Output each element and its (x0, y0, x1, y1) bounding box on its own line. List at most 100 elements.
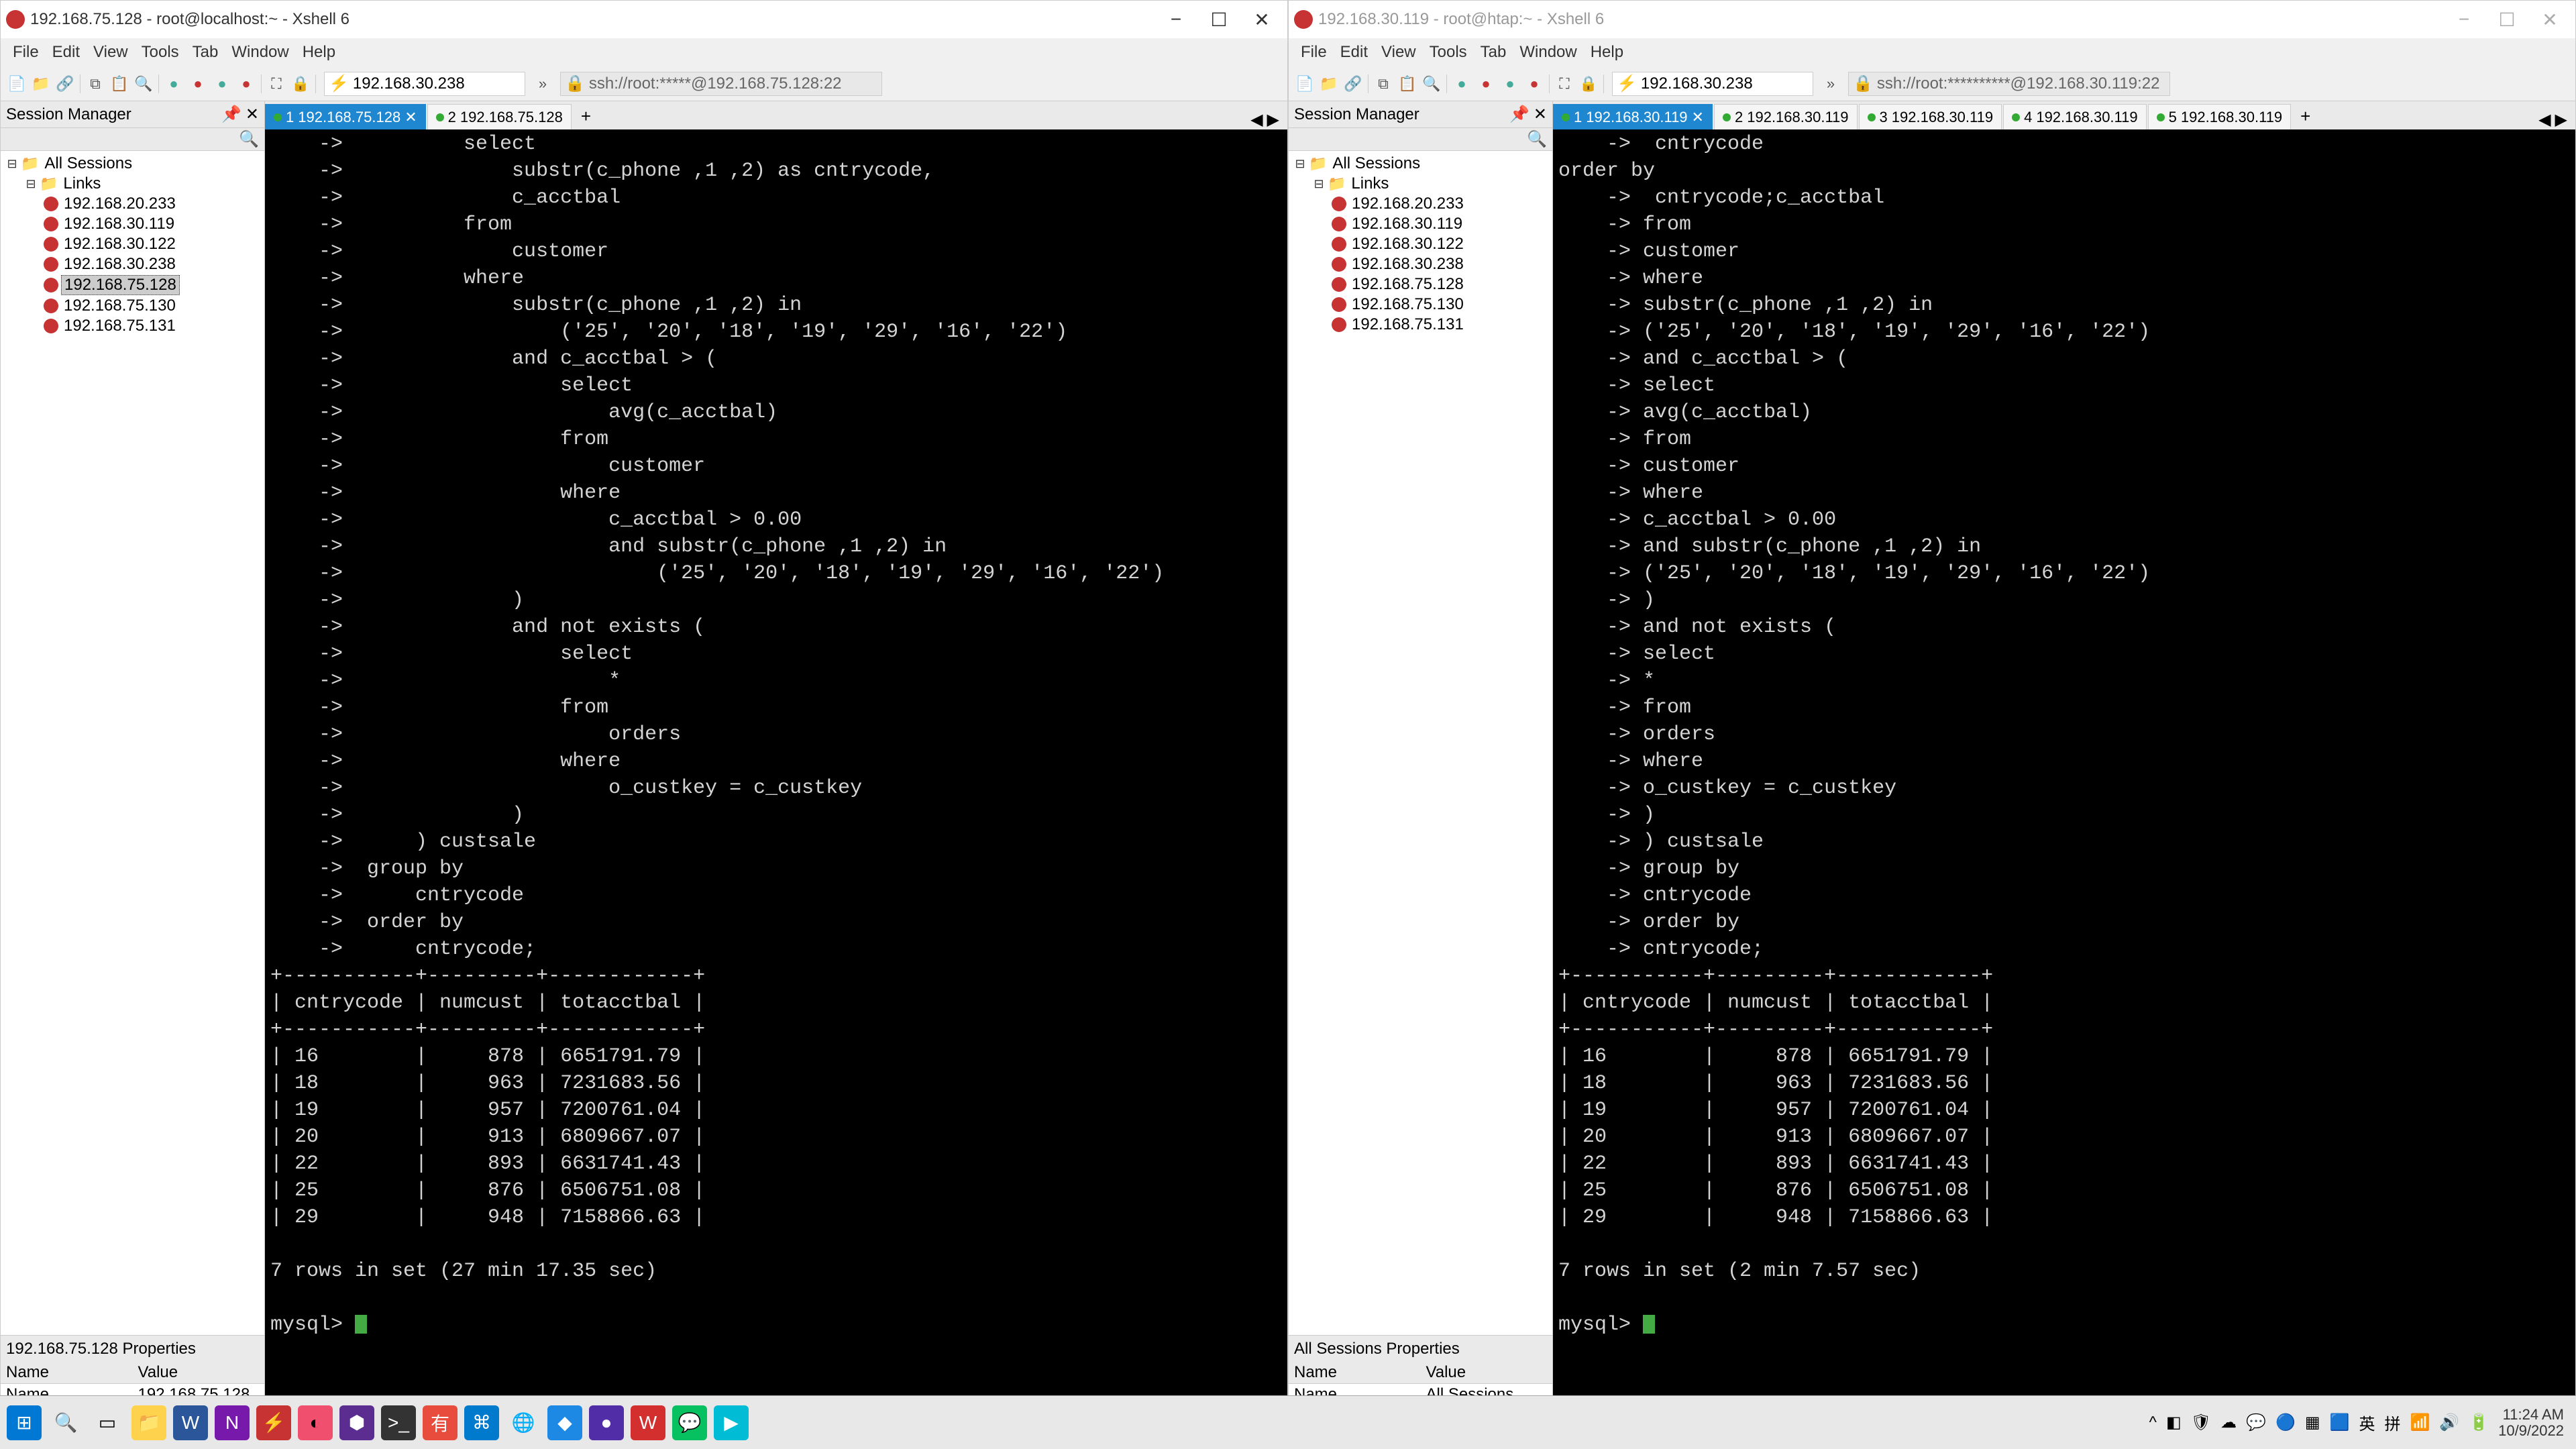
vs-icon[interactable]: ⬢ (339, 1405, 374, 1440)
open-icon[interactable]: 📁 (30, 73, 52, 95)
tree-folder-links[interactable]: ⊟ 📁 Links (1291, 174, 1550, 194)
terminal-tab[interactable]: 2 192.168.30.119 (1714, 104, 1858, 129)
lock-icon[interactable]: 🔒 (1578, 73, 1599, 95)
new-icon[interactable]: 📄 (1294, 73, 1316, 95)
tray-chevron-icon[interactable]: ^ (2149, 1413, 2157, 1432)
terminal-tab[interactable]: 5 192.168.30.119 (2148, 104, 2292, 129)
tree-root[interactable]: ⊟ 📁 All Sessions (3, 154, 262, 174)
menu-tools[interactable]: Tools (135, 42, 186, 63)
tray-icon[interactable]: 💬 (2246, 1413, 2266, 1432)
tree-link[interactable]: 192.168.75.131 (3, 316, 262, 336)
app-icon[interactable]: ● (589, 1405, 624, 1440)
color3-icon[interactable]: ● (1499, 73, 1521, 95)
close-button[interactable]: ✕ (2530, 3, 2570, 36)
bug-icon[interactable]: ● (1523, 73, 1545, 95)
titlebar[interactable]: 192.168.75.128 - root@localhost:~ - Xshe… (1, 1, 1287, 38)
vscode-icon[interactable]: ⌘ (464, 1405, 499, 1440)
terminal[interactable]: -> select -> substr(c_phone ,1 ,2) as cn… (265, 129, 1287, 1424)
tree-link[interactable]: 192.168.30.119 (1291, 214, 1550, 234)
tree-link[interactable]: 192.168.20.233 (1291, 194, 1550, 214)
ime-lang[interactable]: 英 (2359, 1411, 2375, 1434)
tree-link[interactable]: 192.168.75.131 (1291, 315, 1550, 335)
paste-icon[interactable]: 📋 (109, 73, 130, 95)
copy-icon[interactable]: ⧉ (85, 73, 106, 95)
menu-help[interactable]: Help (1584, 42, 1630, 63)
menu-file[interactable]: File (6, 42, 46, 63)
tray-icon[interactable]: ▦ (2305, 1413, 2320, 1432)
windows-taskbar[interactable]: ⊞ 🔍 ▭ 📁 W N ⚡ ◐ ⬢ >_ 有 ⌘ 🌐 ◆ ● W 💬 ▶ ^ ◧… (0, 1395, 2576, 1449)
address-bar-2[interactable]: 🔒 ssh://root:*****@192.168.75.128:22 (560, 72, 882, 96)
lock-icon[interactable]: 🔒 (290, 73, 311, 95)
new-tab-button[interactable]: + (573, 103, 599, 129)
open-icon[interactable]: 📁 (1318, 73, 1340, 95)
tree-link[interactable]: 192.168.75.128 (1291, 274, 1550, 294)
menu-edit[interactable]: Edit (46, 42, 87, 63)
tree-link[interactable]: 192.168.75.130 (1291, 294, 1550, 315)
tray-icon[interactable]: ☁ (2220, 1413, 2237, 1432)
tab-next-icon[interactable]: ▶ (1267, 110, 1279, 129)
color2-icon[interactable]: ● (187, 73, 209, 95)
color1-icon[interactable]: ● (1451, 73, 1472, 95)
tray-icon[interactable]: 🛡 (2191, 1413, 2211, 1432)
terminal-tab[interactable]: 1 192.168.75.128✕ (265, 104, 426, 129)
tree-link[interactable]: 192.168.30.119 (3, 214, 262, 234)
address-bar-1[interactable]: ⚡ 192.168.30.238 (324, 72, 525, 96)
terminal-tab[interactable]: 3 192.168.30.119 (1859, 104, 2002, 129)
tree-folder-links[interactable]: ⊟ 📁 Links (3, 174, 262, 194)
terminal-icon[interactable]: >_ (381, 1405, 416, 1440)
minimize-button[interactable]: − (1156, 3, 1196, 36)
minimize-button[interactable]: − (2444, 3, 2484, 36)
copy-icon[interactable]: ⧉ (1373, 73, 1394, 95)
menu-tab[interactable]: Tab (1474, 42, 1513, 63)
app-icon[interactable]: ◐ (298, 1405, 333, 1440)
tray-icon[interactable]: 🟦 (2330, 1413, 2350, 1432)
terminal[interactable]: -> cntrycode order by -> cntrycode;c_acc… (1553, 129, 2575, 1424)
start-button[interactable]: ⊞ (7, 1405, 42, 1440)
close-panel-icon[interactable]: ✕ (1534, 105, 1547, 124)
menu-tools[interactable]: Tools (1423, 42, 1474, 63)
tab-close-icon[interactable]: ✕ (405, 109, 417, 126)
connect-icon[interactable]: 🔗 (54, 73, 76, 95)
search-sessions-icon[interactable]: 🔍 (1527, 129, 1547, 149)
search-app-icon[interactable]: 🔍 (48, 1405, 83, 1440)
close-button[interactable]: ✕ (1242, 3, 1282, 36)
terminal-tab[interactable]: 1 192.168.30.119✕ (1553, 104, 1713, 129)
volume-icon[interactable]: 🔊 (2439, 1413, 2459, 1432)
onenote-icon[interactable]: N (215, 1405, 250, 1440)
chevron-right-icon[interactable]: » (532, 73, 553, 95)
expander-icon[interactable]: ⊟ (1294, 157, 1306, 171)
tree-root[interactable]: ⊟ 📁 All Sessions (1291, 154, 1550, 174)
menu-tab[interactable]: Tab (186, 42, 225, 63)
app-icon[interactable]: ▶ (714, 1405, 749, 1440)
expander-icon[interactable]: ⊟ (6, 157, 18, 171)
fullscreen-icon[interactable]: ⛶ (266, 73, 287, 95)
tab-next-icon[interactable]: ▶ (2555, 110, 2567, 129)
tab-close-icon[interactable]: ✕ (1692, 109, 1704, 126)
bug-icon[interactable]: ● (235, 73, 257, 95)
maximize-button[interactable]: ☐ (2487, 3, 2527, 36)
address-bar-2[interactable]: 🔒 ssh://root:**********@192.168.30.119:2… (1848, 72, 2170, 96)
session-tree[interactable]: ⊟ 📁 All Sessions ⊟ 📁 Links 192.168.20.23… (1289, 151, 1552, 1335)
wechat-icon[interactable]: 💬 (672, 1405, 707, 1440)
color3-icon[interactable]: ● (211, 73, 233, 95)
color1-icon[interactable]: ● (163, 73, 184, 95)
terminal-tab[interactable]: 4 192.168.30.119 (2003, 104, 2147, 129)
new-tab-button[interactable]: + (2292, 103, 2318, 129)
expander-icon[interactable]: ⊟ (1313, 177, 1325, 191)
search-icon[interactable]: 🔍 (133, 73, 154, 95)
wifi-icon[interactable]: 📶 (2410, 1413, 2430, 1432)
tree-link[interactable]: 192.168.75.130 (3, 296, 262, 316)
chevron-right-icon[interactable]: » (1820, 73, 1841, 95)
tree-link[interactable]: 192.168.30.238 (3, 254, 262, 274)
search-sessions-icon[interactable]: 🔍 (239, 129, 259, 149)
menu-file[interactable]: File (1294, 42, 1334, 63)
tree-link[interactable]: 192.168.30.122 (3, 234, 262, 254)
terminal-tab[interactable]: 2 192.168.75.128 (427, 104, 572, 129)
tab-prev-icon[interactable]: ◀ (2538, 110, 2551, 129)
titlebar[interactable]: 192.168.30.119 - root@htap:~ - Xshell 6 … (1289, 1, 2575, 38)
menu-window[interactable]: Window (1513, 42, 1583, 63)
tree-link[interactable]: 192.168.30.122 (1291, 234, 1550, 254)
word-icon[interactable]: W (173, 1405, 208, 1440)
expander-icon[interactable]: ⊟ (25, 177, 37, 191)
fullscreen-icon[interactable]: ⛶ (1554, 73, 1575, 95)
